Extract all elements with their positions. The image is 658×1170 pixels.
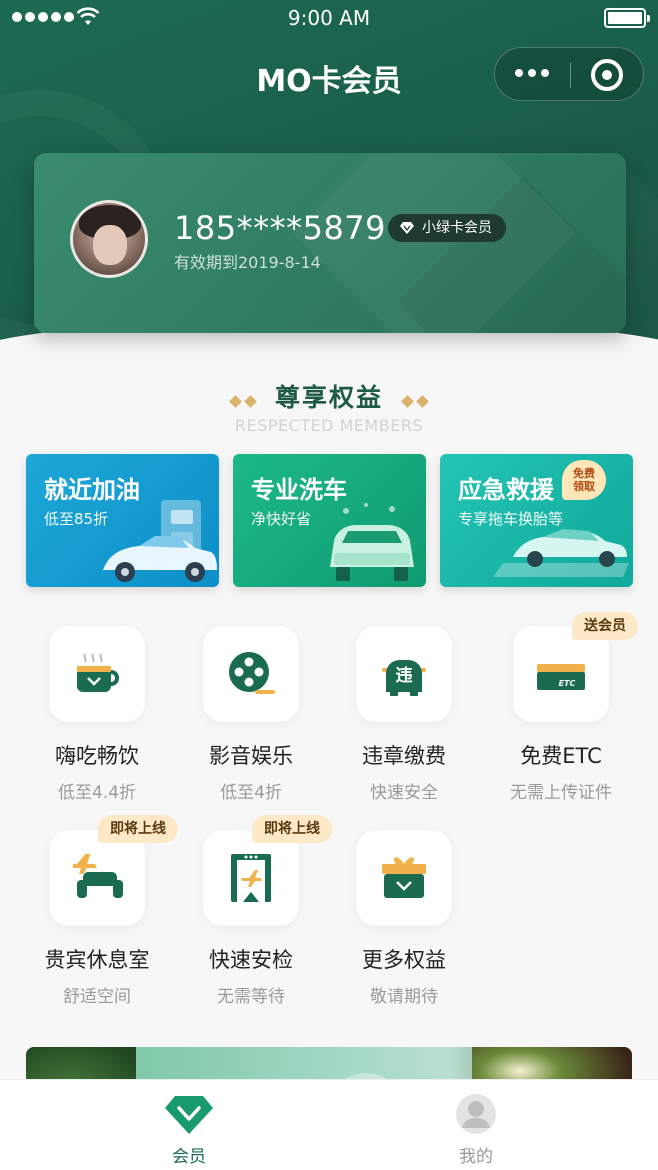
etc-card-icon: ETC	[537, 664, 585, 690]
promo-card-fuel[interactable]: 就近加油 低至85折	[26, 454, 219, 587]
member-level-label: 小绿卡会员	[422, 220, 492, 236]
benefit-more[interactable]: 更多权益 敬请期待	[334, 830, 474, 1007]
promo-subtitle: 低至85折	[44, 510, 109, 528]
section-title-text: 尊享权益	[274, 383, 383, 412]
film-reel-icon	[229, 652, 275, 694]
promo-title: 应急救援	[458, 476, 554, 504]
benefit-etc[interactable]: ETC 免费ETC 无需上传证件	[491, 626, 631, 803]
benefit-name: 违章缴费	[362, 744, 446, 768]
benefit-icon-box	[203, 626, 299, 722]
benefit-name: 贵宾休息室	[44, 948, 150, 972]
diamond-icon	[400, 222, 414, 234]
benefit-desc: 低至4折	[220, 783, 282, 803]
tab-mine[interactable]: 我的	[396, 1080, 556, 1170]
benefit-icon-box	[49, 830, 145, 926]
benefit-food-drink[interactable]: 嗨吃畅饮 低至4.4折	[27, 626, 167, 803]
title-ornament	[400, 391, 430, 410]
coming-soon-ribbon: 即将上线	[98, 815, 178, 843]
car-wash-illustration	[330, 503, 414, 581]
benefit-name: 嗨吃畅饮	[55, 744, 139, 768]
promo-title: 专业洗车	[251, 476, 347, 504]
benefit-fast-security[interactable]: 快速安检 无需等待	[181, 830, 321, 1007]
benefit-desc: 低至4.4折	[57, 783, 137, 803]
benefit-desc: 敬请期待	[370, 987, 438, 1007]
benefit-name: 影音娱乐	[209, 744, 293, 768]
benefit-name: 免费ETC	[520, 744, 602, 768]
coming-soon-ribbon: 即将上线	[252, 815, 332, 843]
svg-text:违: 违	[396, 665, 413, 686]
member-expiry: 有效期到2019-8-14	[174, 253, 321, 272]
gift-box-icon	[382, 857, 426, 898]
benefit-desc: 快速安全	[370, 783, 438, 803]
avatar[interactable]	[70, 200, 148, 278]
promo-title: 就近加油	[44, 476, 140, 504]
tab-label: 我的	[459, 1147, 493, 1167]
benefit-desc: 无需等待	[217, 987, 285, 1007]
violation-car-icon: 违	[382, 660, 426, 696]
benefit-name: 更多权益	[362, 948, 446, 972]
member-card[interactable]: 185****5879 有效期到2019-8-14 小绿卡会员	[34, 153, 626, 333]
gas-station-illustration	[103, 500, 217, 582]
benefit-name: 快速安检	[209, 948, 293, 972]
benefit-entertainment[interactable]: 影音娱乐 低至4折	[181, 626, 321, 803]
more-icon[interactable]	[515, 69, 549, 77]
status-time: 9:00 AM	[287, 6, 371, 30]
coffee-cup-icon	[77, 653, 119, 692]
member-diamond-icon	[165, 1096, 213, 1134]
section-subtitle: RESPECTED MEMBERS	[234, 416, 424, 435]
user-profile-icon	[456, 1094, 496, 1134]
capsule-divider	[570, 62, 571, 88]
status-bar: 9:00 AM	[0, 0, 658, 36]
free-claim-tag: 免费 领取	[562, 460, 606, 500]
benefit-icon-box	[49, 626, 145, 722]
member-phone: 185****5879	[174, 209, 387, 247]
close-target-icon[interactable]	[591, 59, 623, 91]
gift-member-ribbon: 送会员	[572, 612, 638, 640]
title-ornament	[228, 391, 258, 410]
battery-icon	[604, 8, 650, 28]
lounge-sofa-icon	[73, 854, 123, 898]
svg-text:ETC: ETC	[559, 679, 576, 688]
benefit-traffic-fine[interactable]: 违 违章缴费 快速安全	[334, 626, 474, 803]
benefit-vip-lounge[interactable]: 贵宾休息室 舒适空间	[27, 830, 167, 1007]
benefit-icon-box: ETC	[513, 626, 609, 722]
promo-card-carwash[interactable]: 专业洗车 净快好省	[233, 454, 426, 587]
promo-subtitle: 净快好省	[251, 510, 312, 528]
miniprogram-capsule	[494, 47, 644, 101]
tab-label: 会员	[172, 1147, 206, 1167]
benefit-icon-box: 违	[356, 626, 452, 722]
tab-member[interactable]: 会员	[109, 1080, 269, 1170]
benefit-desc: 舒适空间	[63, 987, 131, 1007]
benefit-desc: 无需上传证件	[510, 783, 612, 803]
security-gate-icon	[231, 854, 271, 902]
benefit-icon-box	[203, 830, 299, 926]
tab-bar: 会员 我的	[0, 1079, 658, 1170]
member-level-badge: 小绿卡会员	[388, 214, 506, 242]
section-title: 尊享权益	[0, 378, 658, 414]
benefit-icon-box	[356, 830, 452, 926]
promo-subtitle: 专享拖车换胎等	[458, 510, 564, 528]
